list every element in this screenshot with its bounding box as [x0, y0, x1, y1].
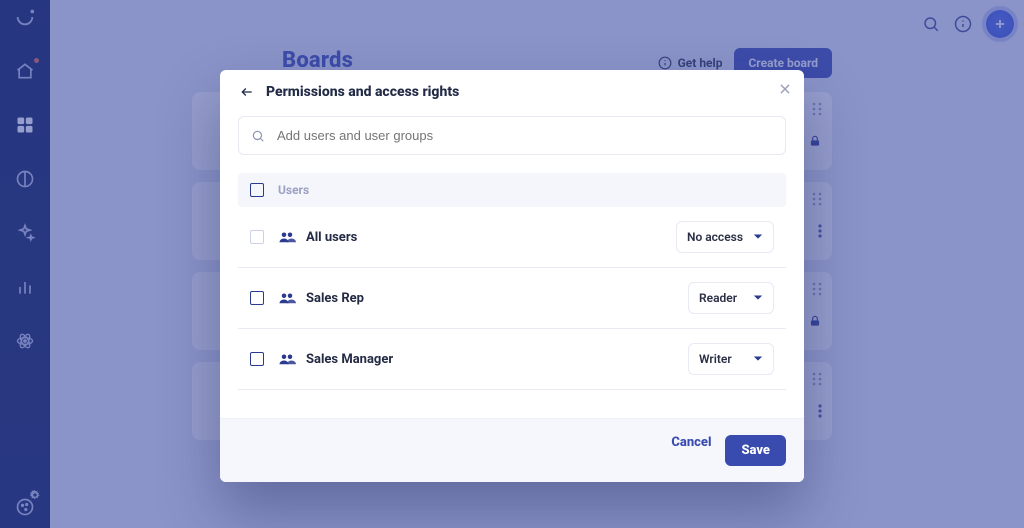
table-row: All users No access	[238, 207, 786, 268]
modal-title: Permissions and access rights	[266, 84, 459, 100]
save-button[interactable]: Save	[725, 435, 786, 466]
role-select[interactable]: Writer	[688, 343, 774, 375]
cancel-button[interactable]: Cancel	[671, 435, 711, 466]
users-table: Users All users No access	[238, 173, 786, 390]
group-icon	[278, 352, 296, 366]
role-value: Writer	[699, 352, 732, 366]
row-checkbox[interactable]	[250, 291, 264, 305]
back-icon[interactable]	[238, 85, 256, 99]
search-field[interactable]	[238, 116, 786, 155]
user-name: Sales Manager	[306, 352, 393, 367]
chevron-down-icon	[753, 355, 763, 363]
select-all-checkbox[interactable]	[250, 183, 264, 197]
row-checkbox[interactable]	[250, 352, 264, 366]
role-value: No access	[687, 230, 743, 244]
table-header: Users	[238, 173, 786, 207]
user-name: All users	[306, 230, 357, 245]
role-select[interactable]: No access	[676, 221, 774, 253]
table-row: Sales Manager Writer	[238, 329, 786, 390]
group-icon	[278, 291, 296, 305]
chevron-down-icon	[753, 233, 763, 241]
user-name: Sales Rep	[306, 291, 364, 306]
row-checkbox[interactable]	[250, 230, 264, 244]
chevron-down-icon	[753, 294, 763, 302]
close-icon[interactable]	[778, 82, 792, 96]
search-icon	[251, 129, 265, 143]
column-users-label: Users	[278, 183, 309, 197]
search-input[interactable]	[275, 127, 773, 144]
permissions-modal: Permissions and access rights Users All …	[220, 70, 804, 482]
table-row: Sales Rep Reader	[238, 268, 786, 329]
role-value: Reader	[699, 291, 737, 305]
modal-footer: Cancel Save	[220, 418, 804, 482]
role-select[interactable]: Reader	[688, 282, 774, 314]
group-icon	[278, 230, 296, 244]
